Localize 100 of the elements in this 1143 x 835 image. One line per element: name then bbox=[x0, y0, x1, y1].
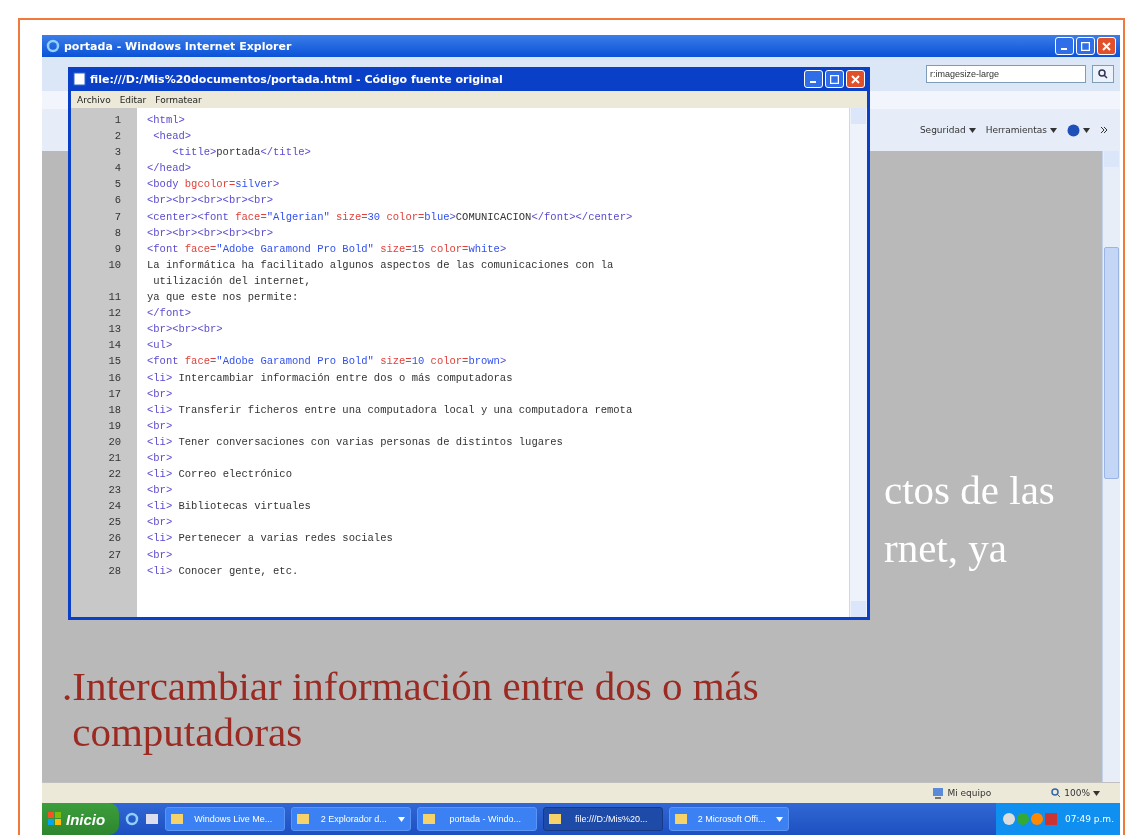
close-button[interactable] bbox=[846, 70, 865, 88]
code-line: <li> Conocer gente, etc. bbox=[147, 563, 299, 579]
code-line: </font> bbox=[147, 306, 192, 322]
window-icon bbox=[297, 814, 310, 824]
list-item-text: Intercambiar información entre dos o más bbox=[72, 663, 759, 709]
line-number: 18 bbox=[107, 402, 121, 418]
computer-icon bbox=[932, 787, 945, 799]
line-number: 14 bbox=[107, 338, 121, 354]
line-number: 17 bbox=[107, 386, 121, 402]
line-number: 5 bbox=[113, 177, 121, 193]
help-button[interactable] bbox=[1067, 123, 1090, 137]
code-line: <br><br><br><br><br> bbox=[147, 193, 274, 209]
caret-icon bbox=[1093, 790, 1100, 796]
code-line: <head> bbox=[152, 129, 192, 145]
line-number: 2 bbox=[113, 129, 121, 145]
code-line: <body bgcolor=silver> bbox=[147, 177, 280, 193]
scrollbar[interactable] bbox=[1102, 151, 1120, 782]
maximize-button[interactable] bbox=[1076, 37, 1095, 55]
code-line: <li> Intercambiar información entre dos o más computadoras bbox=[147, 370, 513, 386]
taskbar-button[interactable]: portada - Windo... bbox=[417, 807, 538, 831]
line-number: 3 bbox=[113, 145, 121, 161]
page-text: ctos de las bbox=[884, 466, 1055, 515]
menu-item[interactable]: Archivo bbox=[77, 94, 111, 105]
maximize-icon bbox=[1081, 41, 1090, 51]
caret-icon bbox=[1083, 127, 1090, 133]
code-line: </head> bbox=[147, 161, 192, 177]
window-icon bbox=[171, 814, 184, 824]
line-number: 28 bbox=[107, 563, 121, 579]
line-number: 7 bbox=[113, 209, 121, 225]
window-icon bbox=[423, 814, 436, 824]
code-line: <li> Pertenecer a varias redes sociales bbox=[147, 531, 393, 547]
browser-icon[interactable] bbox=[125, 812, 140, 826]
line-number: 8 bbox=[113, 225, 121, 241]
close-icon bbox=[851, 74, 860, 84]
line-number: 19 bbox=[107, 418, 121, 434]
close-icon bbox=[1102, 41, 1111, 51]
code-line: <title>portada</title> bbox=[171, 145, 311, 161]
code-line: ya que este nos permite: bbox=[147, 290, 299, 306]
line-number: 4 bbox=[113, 161, 121, 177]
caret-icon bbox=[968, 127, 976, 133]
chevron-icon[interactable] bbox=[1100, 126, 1108, 134]
line-number: 20 bbox=[107, 434, 121, 450]
line-number: 10 bbox=[107, 257, 121, 273]
code-line: utilización del internet, bbox=[152, 273, 311, 289]
line-number: 25 bbox=[107, 515, 121, 531]
code-line: <br> bbox=[147, 515, 173, 531]
toolbar-menu-button[interactable]: Herramientas bbox=[985, 125, 1057, 135]
code-line: <center><font face="Algerian" size=30 color=blue>COMUNICACION</font></center> bbox=[147, 209, 633, 225]
code-line: <br> bbox=[147, 547, 173, 563]
maximize-icon bbox=[830, 74, 839, 84]
code-line: <br> bbox=[147, 418, 173, 434]
list-bullet: . bbox=[62, 663, 73, 711]
page-text: rnet, ya bbox=[884, 524, 1007, 573]
zone-label: Mi equipo bbox=[932, 787, 992, 799]
taskbar-button[interactable]: 2 Microsoft Offi... bbox=[669, 807, 790, 831]
line-number: 11 bbox=[107, 290, 121, 306]
window-title: file:///D:/Mis%20documentos/portada.html - Código fuente original bbox=[90, 72, 504, 86]
code-line: <ul> bbox=[147, 338, 173, 354]
search-field[interactable]: r:imagesize-large bbox=[926, 65, 1086, 83]
window-title: portada - Windows Internet Explorer bbox=[64, 39, 293, 53]
scrollbar[interactable] bbox=[849, 108, 867, 617]
code-line: <li> Bibliotecas virtuales bbox=[147, 499, 311, 515]
minimize-button[interactable] bbox=[1055, 37, 1074, 55]
start-button[interactable]: Inicio bbox=[42, 803, 120, 835]
line-number: 12 bbox=[107, 306, 121, 322]
line-number: 16 bbox=[107, 370, 121, 386]
code-line: <br> bbox=[147, 450, 173, 466]
search-icon bbox=[1098, 69, 1108, 79]
close-button[interactable] bbox=[1097, 37, 1116, 55]
code-line: <br><br><br><br><br> bbox=[147, 225, 274, 241]
line-number: 26 bbox=[107, 531, 121, 547]
code-line: <li> Correo electrónico bbox=[147, 467, 292, 483]
taskbar-button[interactable]: 2 Explorador d... bbox=[291, 807, 412, 831]
search-button[interactable] bbox=[1092, 65, 1114, 83]
menu-item[interactable]: Formatear bbox=[155, 94, 202, 105]
toolbar-menu-button[interactable]: Seguridad bbox=[919, 125, 976, 135]
line-number: 23 bbox=[107, 483, 121, 499]
code-line: <html> bbox=[147, 113, 185, 128]
window-icon bbox=[549, 814, 562, 824]
clock: 07:49 p.m. bbox=[1065, 814, 1114, 824]
taskbar-button[interactable]: Windows Live Me... bbox=[165, 807, 286, 831]
minimize-button[interactable] bbox=[804, 70, 823, 88]
code-line: <br><br><br> bbox=[147, 322, 223, 338]
line-number: 22 bbox=[107, 467, 121, 483]
line-number: 27 bbox=[107, 547, 121, 563]
line-number: 21 bbox=[107, 450, 121, 466]
window-icon bbox=[675, 814, 688, 824]
menu-item[interactable]: Editar bbox=[119, 94, 147, 105]
line-number: 15 bbox=[107, 354, 121, 370]
taskbar-button[interactable]: file:///D:/Mis%20... bbox=[543, 807, 664, 831]
magnifier-icon bbox=[1051, 788, 1062, 798]
line-number: 24 bbox=[107, 499, 121, 515]
list-item-text: computadoras bbox=[72, 709, 304, 755]
line-number: 9 bbox=[113, 241, 121, 257]
zoom-button[interactable]: 100% bbox=[1051, 788, 1100, 798]
document-icon bbox=[73, 72, 86, 86]
maximize-button[interactable] bbox=[825, 70, 844, 88]
caret-icon bbox=[1050, 127, 1057, 133]
line-number: 13 bbox=[107, 322, 121, 338]
code-line: <br> bbox=[147, 483, 173, 499]
